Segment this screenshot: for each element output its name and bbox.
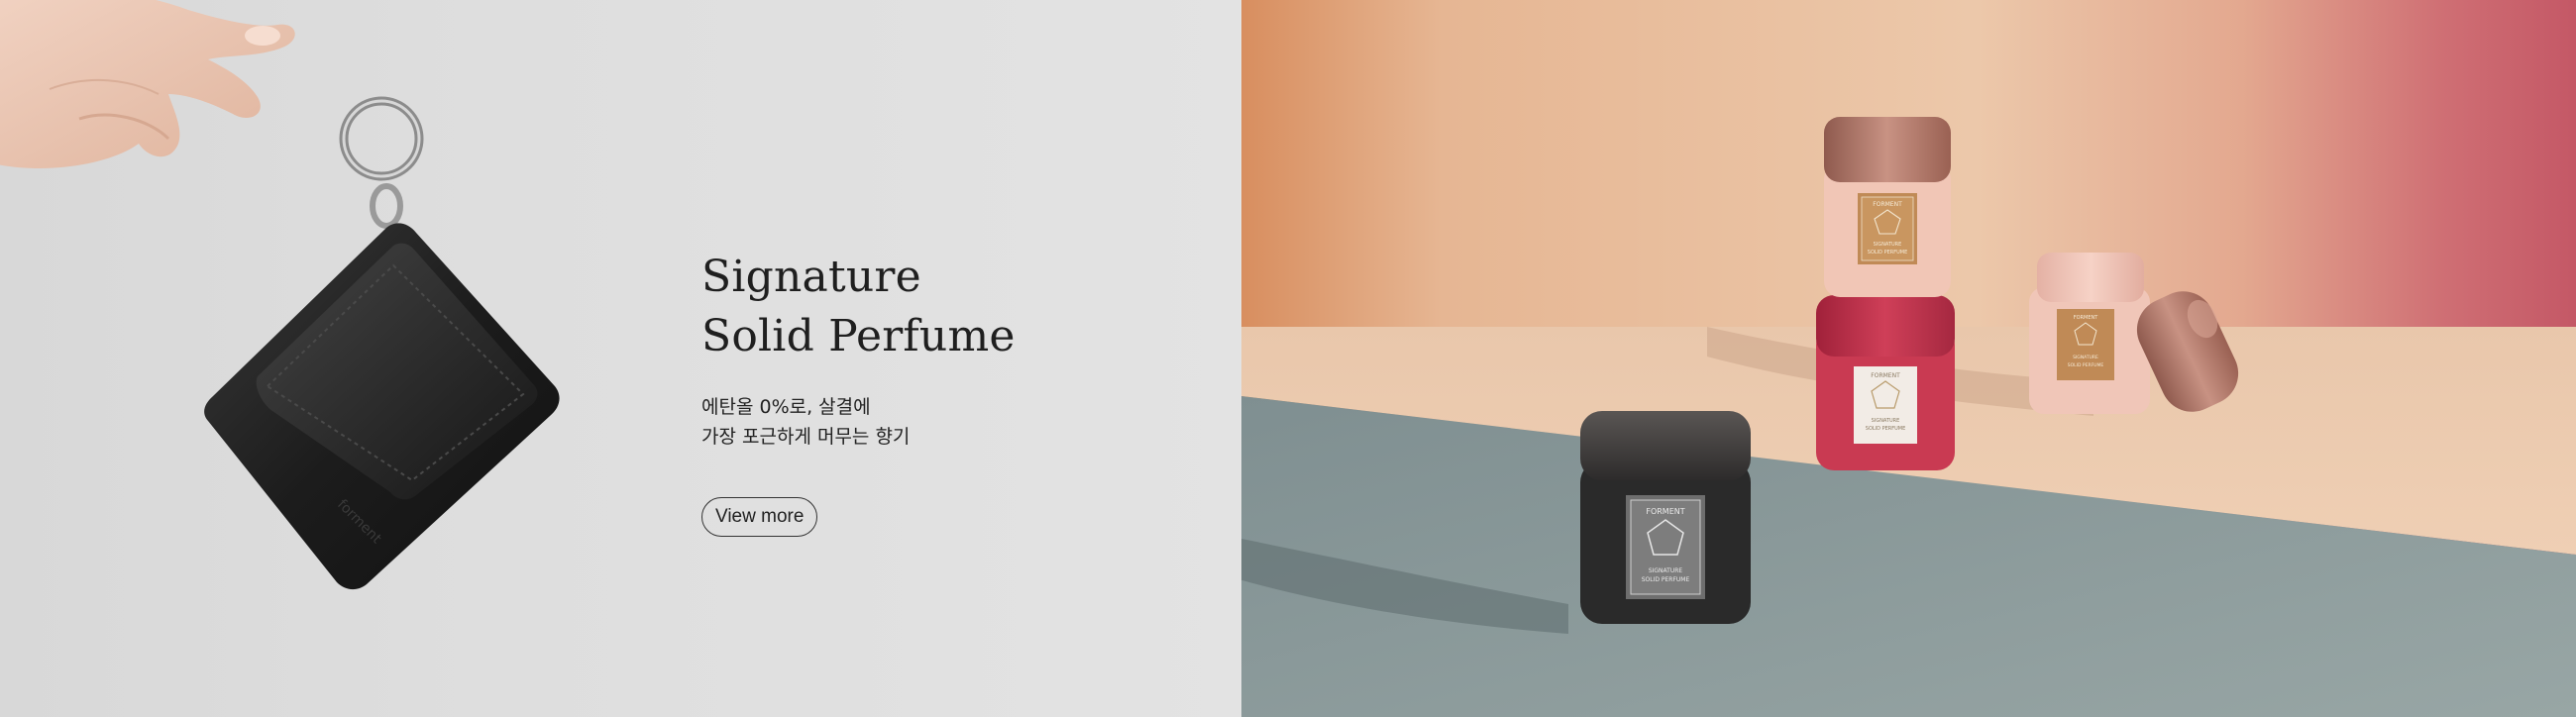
open-case-label-1: SIGNATURE [2073,355,2098,360]
pink-case-label-2: SOLID PERFUME [1868,250,1907,256]
black-case-label-1: SIGNATURE [1649,567,1683,574]
black-case-brand: FORMENT [1646,507,1684,516]
black-perfume-case: FORMENT SIGNATURE SOLID PERFUME [1580,411,1751,624]
left-panel: forment Signature Solid Perfume 에탄올 0%로,… [0,0,1241,717]
banner-copy: Signature Solid Perfume 에탄올 0%로, 살결에 가장 … [701,248,1016,537]
pink-case-label-1: SIGNATURE [1874,242,1902,248]
desc-line-1: 에탄올 0%로, 살결에 [701,396,871,418]
view-more-button[interactable]: View more [701,497,818,537]
banner-title: Signature Solid Perfume [701,248,1016,366]
banner-description: 에탄올 0%로, 살결에 가장 포근하게 머무는 향기 [701,392,1016,452]
product-photo: FORMENT SIGNATURE SOLID PERFUME FORMENT … [1241,0,2576,717]
open-case-label-2: SOLID PERFUME [2068,362,2104,368]
pink-case-brand: FORMENT [1873,201,1902,208]
red-perfume-case: FORMENT SIGNATURE SOLID PERFUME [1816,295,1955,470]
red-case-label-2: SOLID PERFUME [1866,426,1905,432]
desc-line-2: 가장 포근하게 머무는 향기 [701,426,911,448]
leather-pouch-keyring: forment [204,96,560,590]
title-line-1: Signature [701,252,921,302]
open-case-brand: FORMENT [2074,315,2098,321]
black-case-label-2: SOLID PERFUME [1642,576,1690,583]
red-case-label-1: SIGNATURE [1872,418,1900,424]
right-panel: FORMENT SIGNATURE SOLID PERFUME FORMENT … [1241,0,2576,717]
title-line-2: Solid Perfume [701,311,1016,361]
red-case-brand: FORMENT [1871,372,1900,379]
pink-perfume-case-stacked: FORMENT SIGNATURE SOLID PERFUME [1824,117,1951,297]
promo-banner: forment Signature Solid Perfume 에탄올 0%로,… [0,0,2576,717]
